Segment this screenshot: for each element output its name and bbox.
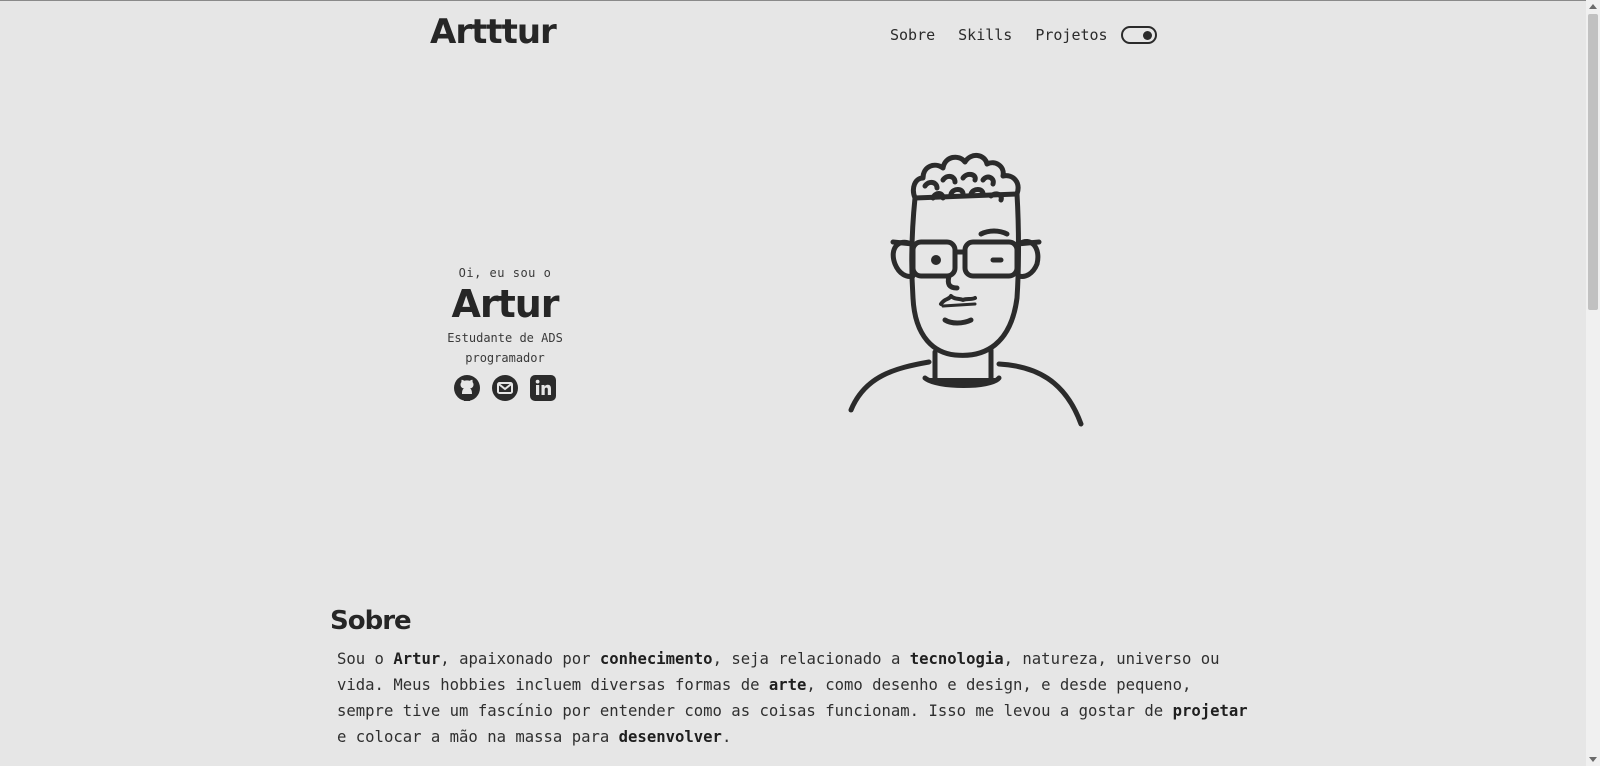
about-text: , seja relacionado a <box>712 650 910 668</box>
nav-link-skills[interactable]: Skills <box>958 26 1012 44</box>
nav-link-sobre[interactable]: Sobre <box>890 26 935 44</box>
github-link[interactable] <box>453 374 481 402</box>
hero-greeting: Oi, eu sou o <box>458 266 552 280</box>
github-icon <box>454 375 480 401</box>
nav-link-projetos[interactable]: Projetos <box>1035 26 1107 44</box>
about-text: . <box>721 728 732 746</box>
about-bold: desenvolver <box>618 728 722 746</box>
about-bold: Artur <box>393 650 441 668</box>
hero-intro: Oi, eu sou o Artur Estudante de ADS prog… <box>430 266 580 402</box>
social-links <box>430 374 580 402</box>
scroll-down-arrow-icon[interactable] <box>1589 757 1597 762</box>
about-bold: conhecimento <box>599 650 713 668</box>
theme-toggle[interactable] <box>1120 26 1157 44</box>
window-top-border <box>0 0 1600 1</box>
linkedin-link[interactable] <box>529 374 557 402</box>
linkedin-icon <box>530 375 556 401</box>
hero-name: Artur <box>451 282 559 326</box>
scroll-up-arrow-icon[interactable] <box>1589 4 1597 9</box>
about-bold: arte <box>768 676 807 694</box>
section-title-sobre: Sobre <box>330 606 412 636</box>
about-paragraph: Sou o Artur, apaixonado por conhecimento… <box>337 646 1257 750</box>
about-text: e colocar a mão na massa para <box>337 728 619 746</box>
hero-role-line-1: Estudante de ADS <box>447 331 563 345</box>
main-nav: Sobre Skills Projetos <box>890 26 1157 44</box>
about-bold: projetar <box>1172 702 1248 720</box>
hero-role: Estudante de ADS programador <box>430 328 580 368</box>
about-text: , apaixonado por <box>440 650 600 668</box>
about-text: Sou o <box>337 650 394 668</box>
scroll-thumb[interactable] <box>1588 14 1598 310</box>
page-scrollbar[interactable] <box>1586 0 1600 766</box>
site-logo[interactable]: Artttur <box>430 12 557 52</box>
toggle-knob <box>1142 31 1152 40</box>
about-bold: tecnologia <box>909 650 1004 668</box>
mail-icon <box>492 375 518 401</box>
avatar-illustration <box>845 148 1105 433</box>
hero-role-line-2: programador <box>465 351 545 365</box>
email-link[interactable] <box>491 374 519 402</box>
